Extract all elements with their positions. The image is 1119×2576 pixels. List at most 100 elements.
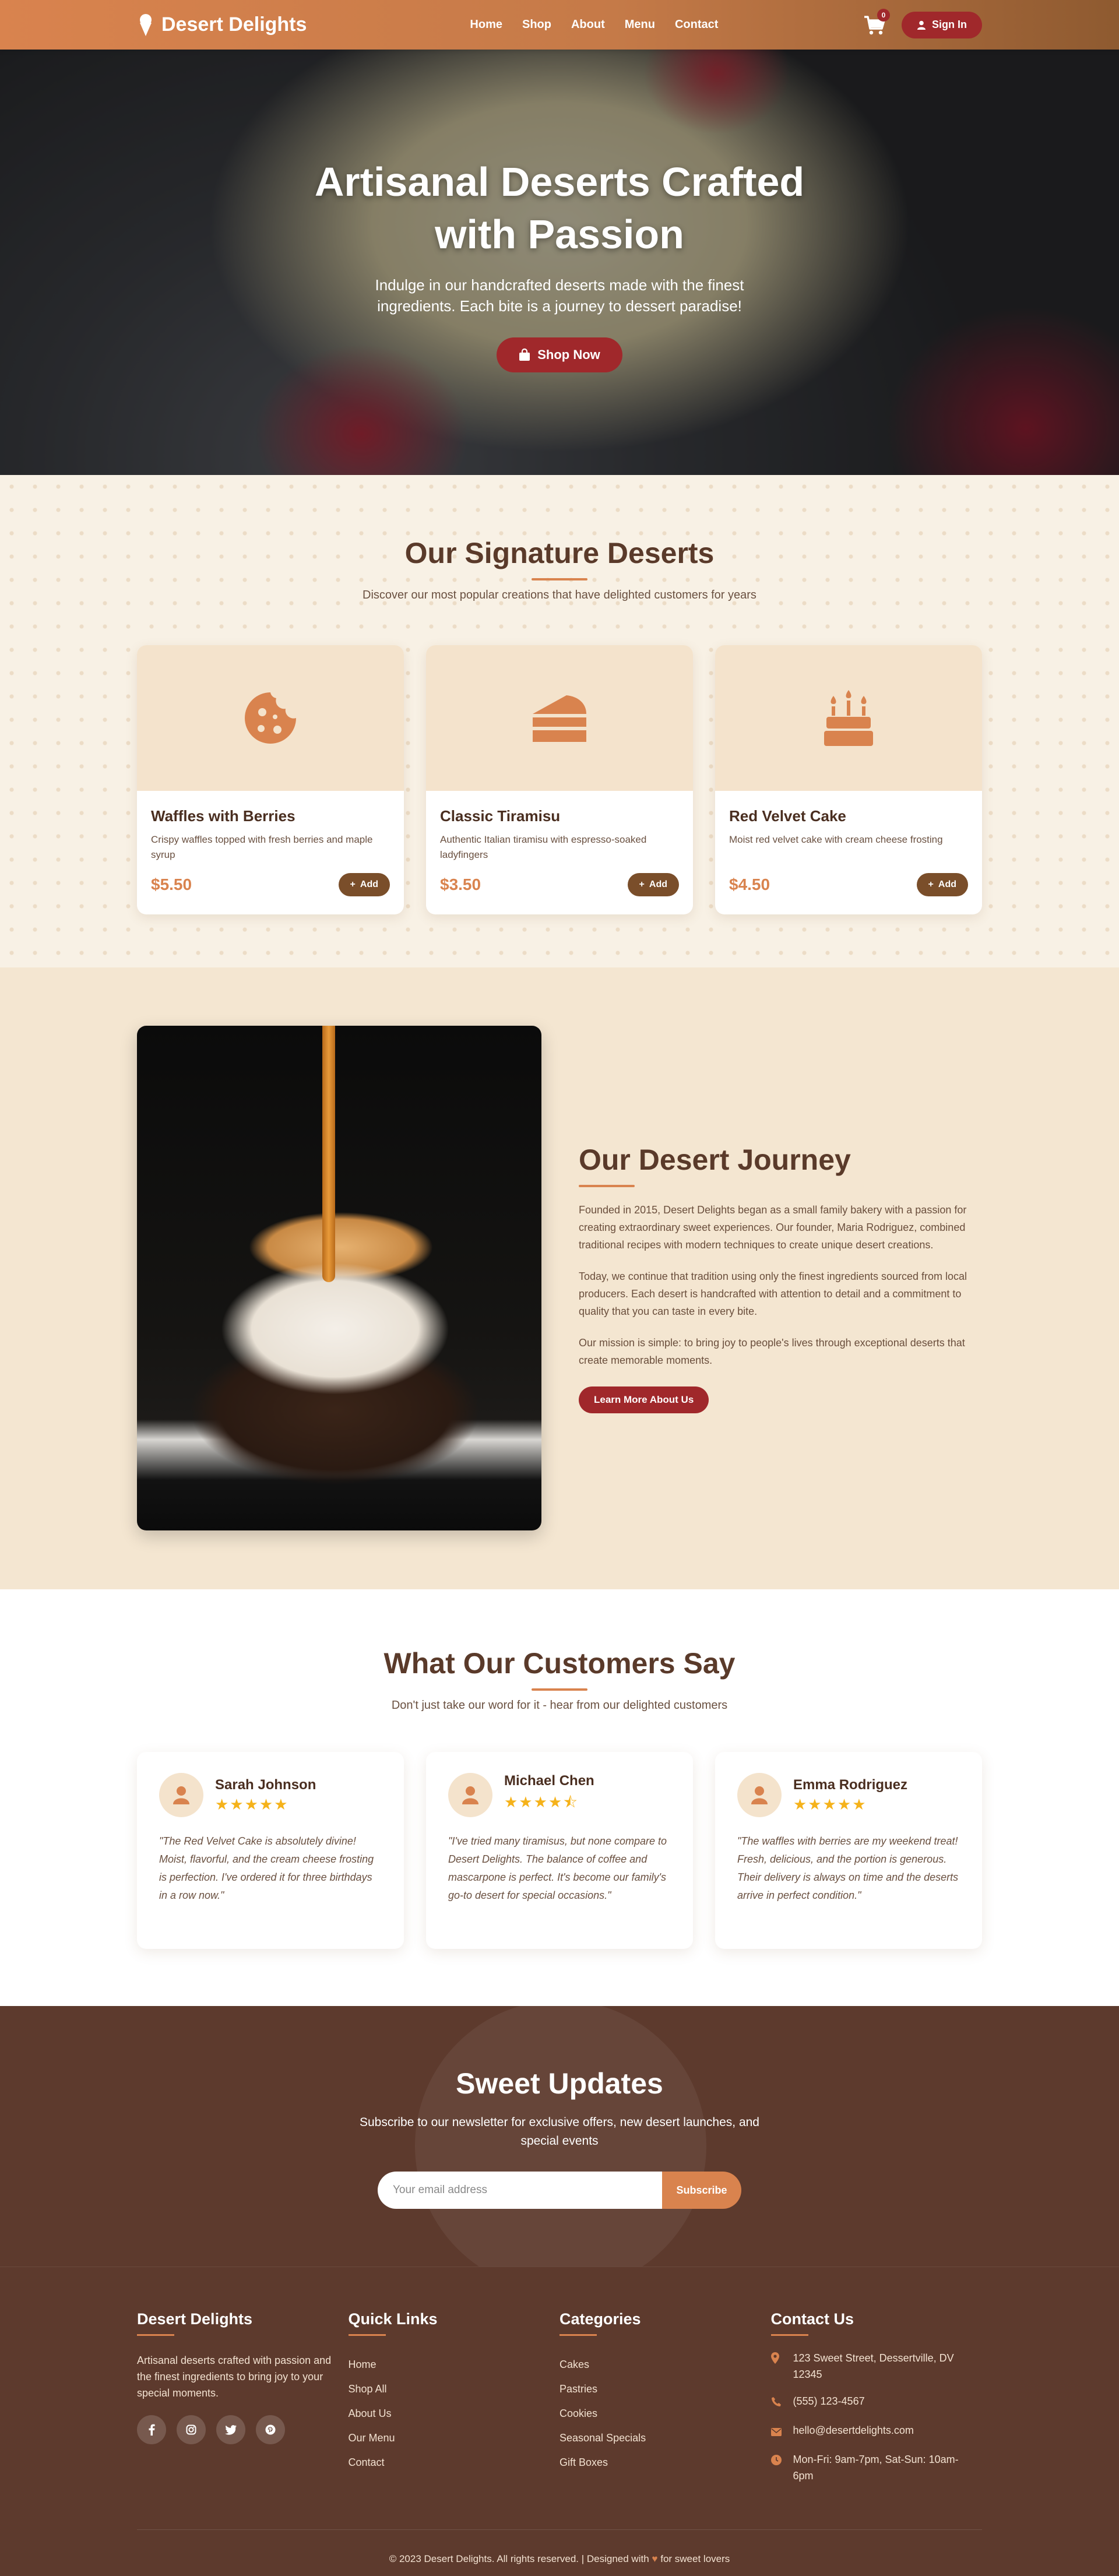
signature-section: Our Signature Deserts Discover our most … (0, 475, 1119, 967)
user-icon (173, 1786, 189, 1804)
avatar (159, 1773, 203, 1817)
journey-section: Our Desert Journey Founded in 2015, Dese… (0, 967, 1119, 1589)
user-icon (462, 1786, 478, 1804)
copyright: © 2023 Desert Delights. All rights reser… (137, 2529, 982, 2565)
footer-about-text: Artisanal deserts crafted with passion a… (137, 2355, 332, 2399)
sign-in-button[interactable]: Sign In (902, 11, 982, 38)
cart-button[interactable]: 0 (863, 8, 890, 36)
contact-hours: Mon-Fri: 9am-7pm, Sat-Sun: 10am-6pm (770, 2451, 963, 2484)
sign-in-label: Sign In (932, 19, 967, 30)
footer-link-home[interactable]: Home (349, 2352, 560, 2377)
ice-cream-icon (140, 13, 152, 36)
add-to-cart-button[interactable]: + Add (338, 873, 390, 896)
footer-link-about-us[interactable]: About Us (349, 2401, 560, 2426)
add-to-cart-button[interactable]: + Add (916, 873, 968, 896)
newsletter-section: Sweet Updates Subscribe to our newslette… (0, 2006, 1119, 2267)
shop-now-button[interactable]: Shop Now (497, 337, 622, 372)
phone-icon (771, 2397, 781, 2406)
category-link-cookies[interactable]: Cookies (560, 2401, 771, 2426)
phone-text: (555) 123-4567 (793, 2395, 865, 2407)
nav-link-contact[interactable]: Contact (675, 18, 718, 31)
add-to-cart-button[interactable]: + Add (627, 873, 679, 896)
social-links (137, 2415, 349, 2444)
testimonials-title: What Our Customers Say (383, 1647, 736, 1680)
hero-section: Artisanal Deserts Crafted with Passion I… (0, 50, 1119, 475)
heart-icon: ♥ (652, 2553, 658, 2564)
nav-link-about[interactable]: About (571, 18, 605, 31)
map-pin-icon (770, 2352, 779, 2364)
product-card: Waffles with Berries Crispy waffles topp… (137, 645, 404, 914)
avatar (448, 1773, 492, 1817)
nav-link-menu[interactable]: Menu (625, 18, 655, 31)
footer-categories: Categories Cakes Pastries Cookies Season… (560, 2310, 771, 2494)
category-link-gift-boxes[interactable]: Gift Boxes (560, 2450, 771, 2475)
footer: Desert Delights Artisanal deserts crafte… (0, 2267, 1119, 2576)
category-link-cakes[interactable]: Cakes (560, 2352, 771, 2377)
dessert-photo (137, 1026, 541, 1530)
footer-link-shop-all[interactable]: Shop All (349, 2377, 560, 2401)
product-image (137, 645, 404, 791)
product-description: Crispy waffles topped with fresh berries… (151, 834, 373, 860)
contact-phone: (555) 123-4567 (771, 2393, 963, 2412)
cookie-icon (245, 692, 296, 744)
heading-underline (560, 2334, 597, 2336)
add-label: Add (360, 879, 378, 889)
nav-link-home[interactable]: Home (470, 18, 502, 31)
facebook-icon (149, 2424, 155, 2436)
journey-paragraph: Founded in 2015, Desert Delights began a… (579, 1204, 967, 1251)
star-rating: ★★★★★ (215, 1795, 289, 1813)
instagram-link[interactable] (177, 2415, 206, 2444)
user-icon (751, 1786, 768, 1804)
shopping-bag-icon (519, 349, 530, 361)
twitter-icon (225, 2424, 237, 2435)
contact-title: Contact Us (770, 2310, 854, 2328)
email-input[interactable] (378, 2172, 662, 2209)
footer-link-our-menu[interactable]: Our Menu (349, 2426, 560, 2450)
testimonials-subtitle: Don't just take our word for it - hear f… (391, 1699, 728, 1712)
instagram-icon (186, 2424, 196, 2435)
copyright-text: © 2023 Desert Delights. All rights reser… (389, 2553, 649, 2564)
testimonials-section: What Our Customers Say Don't just take o… (0, 1589, 1119, 2006)
product-price: $5.50 (151, 875, 192, 893)
customer-name: Michael Chen (504, 1773, 594, 1789)
heading-underline (770, 2334, 808, 2336)
product-price: $4.50 (729, 875, 770, 893)
quick-links-title: Quick Links (348, 2310, 438, 2328)
journey-title: Our Desert Journey (579, 1143, 851, 1176)
title-underline (532, 578, 587, 580)
signature-subtitle: Discover our most popular creations that… (363, 589, 756, 601)
twitter-link[interactable] (216, 2415, 245, 2444)
nav-link-shop[interactable]: Shop (522, 18, 551, 31)
journey-paragraph: Today, we continue that tradition using … (579, 1271, 967, 1317)
contact-address: 123 Sweet Street, Dessertville, DV 12345 (770, 2350, 963, 2383)
caramel-drip (322, 1026, 335, 1282)
facebook-link[interactable] (137, 2415, 166, 2444)
category-link-seasonal-specials[interactable]: Seasonal Specials (560, 2426, 771, 2450)
product-image (426, 645, 693, 791)
brand-name: Desert Delights (161, 13, 307, 36)
learn-more-button[interactable]: Learn More About Us (579, 1386, 709, 1413)
testimonial-quote: "I've tried many tiramisus, but none com… (448, 1835, 667, 1901)
pinterest-icon (265, 2424, 276, 2435)
category-link-pastries[interactable]: Pastries (560, 2377, 771, 2401)
product-name: Red Velvet Cake (729, 807, 846, 825)
testimonial-card: Sarah Johnson ★★★★★ "The Red Velvet Cake… (137, 1752, 404, 1949)
subscribe-button[interactable]: Subscribe (662, 2172, 741, 2209)
birthday-cake-icon (824, 690, 873, 746)
add-label: Add (938, 879, 956, 889)
email-text: hello@desertdelights.com (793, 2424, 914, 2436)
journey-paragraph: Our mission is simple: to bring joy to p… (579, 1337, 965, 1366)
footer-link-contact[interactable]: Contact (349, 2450, 560, 2475)
plus-icon: + (639, 879, 645, 889)
pinterest-link[interactable] (256, 2415, 285, 2444)
hero-subtitle: Indulge in our handcrafted deserts made … (375, 276, 744, 315)
brand-logo[interactable]: Desert Delights (137, 13, 307, 37)
footer-contact: Contact Us 123 Sweet Street, Dessertvill… (770, 2310, 983, 2494)
main-nav: Home Shop About Menu Contact (470, 18, 718, 31)
product-image (715, 645, 982, 791)
product-card: Classic Tiramisu Authentic Italian tiram… (426, 645, 693, 914)
plus-icon: + (928, 879, 934, 889)
testimonial-quote: "The waffles with berries are my weekend… (737, 1835, 959, 1901)
customer-name: Sarah Johnson (215, 1776, 316, 1793)
product-description: Authentic Italian tiramisu with espresso… (440, 834, 647, 860)
